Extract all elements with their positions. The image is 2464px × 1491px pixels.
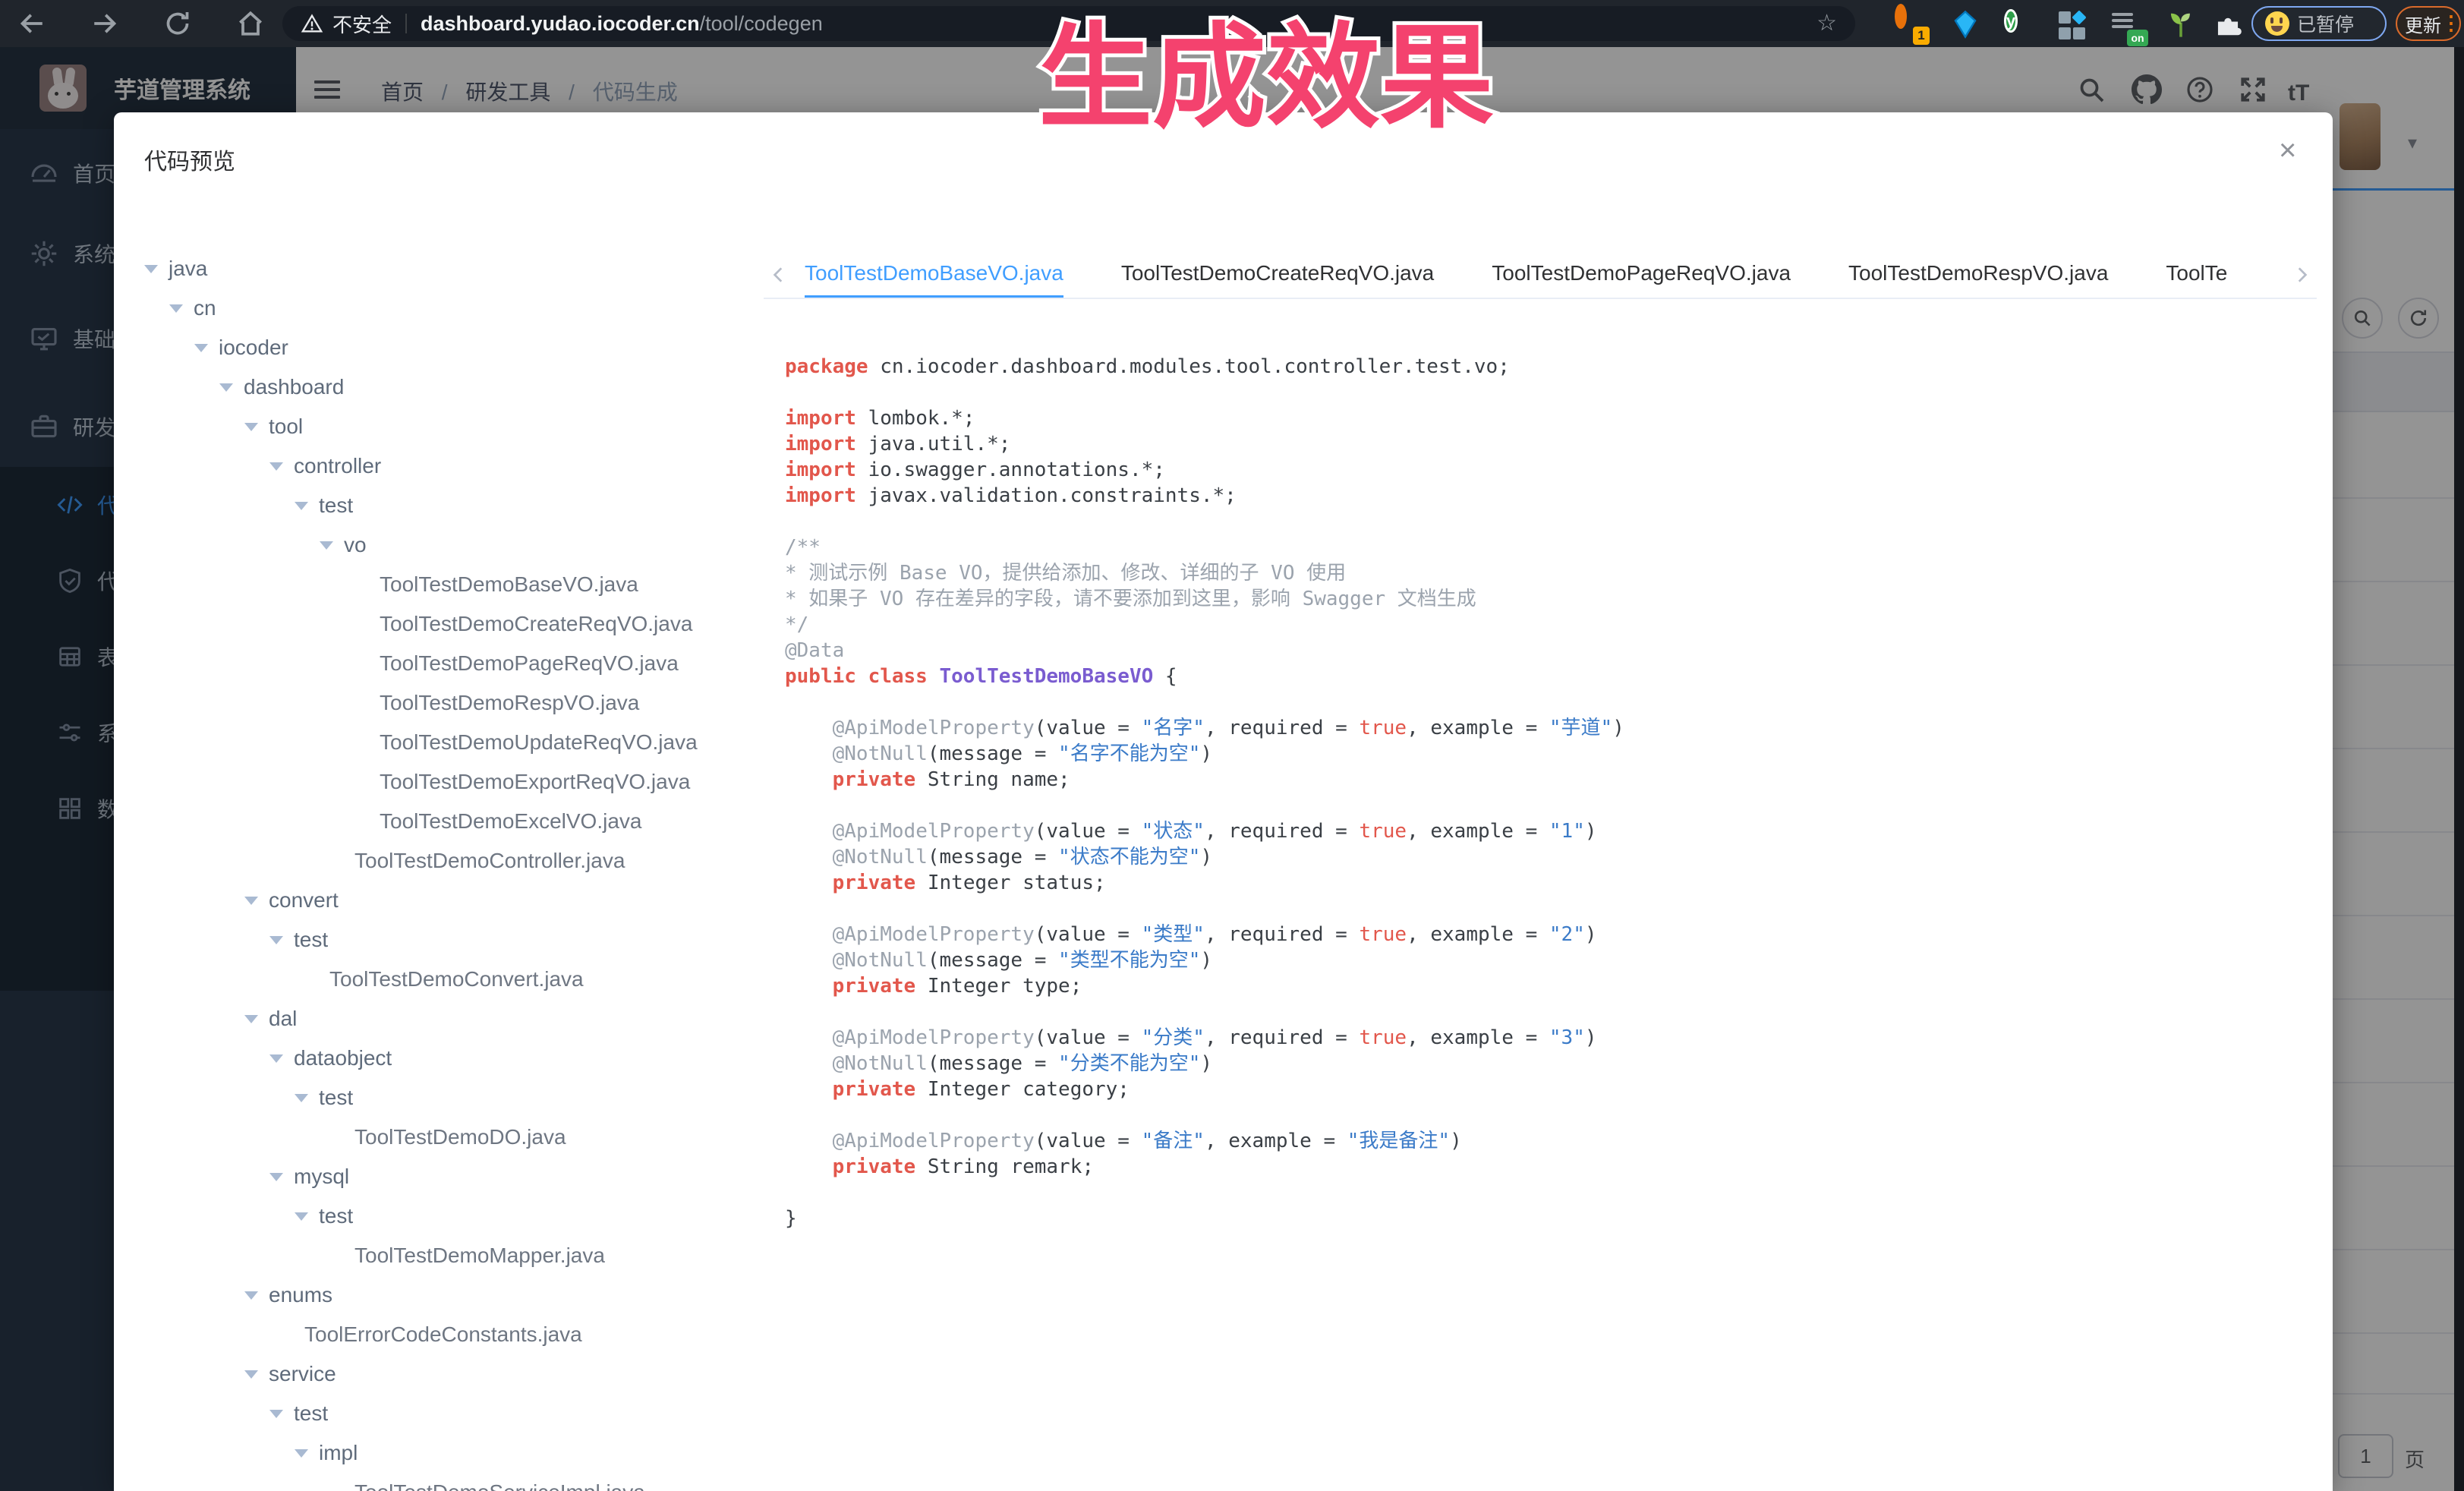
caret-down-icon[interactable] [194, 344, 208, 352]
caret-down-icon[interactable] [269, 936, 283, 944]
reload-icon[interactable] [162, 8, 193, 39]
tree-file-ToolTestDemoMapper.java[interactable]: ToolTestDemoMapper.java [144, 1236, 767, 1275]
extension-on-badge: on [2127, 30, 2148, 46]
tree-folder-test[interactable]: test [144, 1078, 767, 1117]
caret-down-icon[interactable] [269, 462, 283, 471]
tree-folder-test[interactable]: test [144, 1196, 767, 1236]
tabs-scroll-left-icon[interactable] [764, 252, 794, 298]
tree-folder-java[interactable]: java [144, 249, 767, 288]
tree-folder-iocoder[interactable]: iocoder [144, 328, 767, 367]
tabs-scroll-right-icon[interactable] [2286, 252, 2317, 298]
tree-folder-convert[interactable]: convert [144, 881, 767, 920]
caret-down-icon[interactable] [169, 304, 183, 313]
caret-down-icon[interactable] [244, 897, 258, 905]
window-edge [2454, 47, 2464, 1491]
extension-badge: 1 [1913, 27, 1930, 45]
caret-down-icon[interactable] [320, 541, 333, 550]
extension-leaf-icon[interactable] [2166, 10, 2195, 39]
browser-profile-chip[interactable]: 已暂停 [2251, 6, 2387, 41]
tree-file-ToolTestDemoExcelVO.java[interactable]: ToolTestDemoExcelVO.java [144, 802, 767, 841]
tree-folder-test[interactable]: test [144, 920, 767, 960]
caret-down-icon[interactable] [219, 383, 233, 392]
tree-file-ToolTestDemoRespVO.java[interactable]: ToolTestDemoRespVO.java [144, 683, 767, 723]
file-tree: javacniocoderdashboardtoolcontrollertest… [144, 249, 767, 1491]
tree-folder-dataobject[interactable]: dataobject [144, 1039, 767, 1078]
extension-list-icon[interactable]: on [2112, 10, 2141, 39]
tree-file-ToolTestDemoController.java[interactable]: ToolTestDemoController.java [144, 841, 767, 881]
security-label[interactable]: 不安全 [332, 10, 392, 38]
divider [405, 14, 407, 33]
tree-folder-controller[interactable]: controller [144, 446, 767, 486]
url-host[interactable]: dashboard.yudao.iocoder.cn [421, 12, 700, 36]
back-icon[interactable] [17, 8, 47, 39]
code-block[interactable]: package cn.iocoder.dashboard.modules.too… [785, 354, 2311, 1477]
caret-down-icon[interactable] [269, 1173, 283, 1181]
tree-file-ToolTestDemoExportReqVO.java[interactable]: ToolTestDemoExportReqVO.java [144, 762, 767, 802]
extension-grid-icon[interactable] [2059, 10, 2087, 40]
code-preview-modal: 代码预览 × javacniocoderdashboardtoolcontrol… [114, 112, 2333, 1491]
browser-update-button[interactable]: 更新 ⋮ [2396, 6, 2461, 41]
tree-file-ToolTestDemoDO.java[interactable]: ToolTestDemoDO.java [144, 1117, 767, 1157]
menu-dots-icon[interactable]: ⋮ [2441, 19, 2461, 28]
tree-folder-vo[interactable]: vo [144, 525, 767, 565]
bookmark-star-icon[interactable]: ☆ [1816, 12, 1837, 35]
caret-down-icon[interactable] [269, 1054, 283, 1063]
caret-down-icon[interactable] [269, 1410, 283, 1418]
caret-down-icon[interactable] [295, 502, 308, 510]
url-path[interactable]: /tool/codegen [700, 12, 823, 36]
profile-status: 已暂停 [2297, 10, 2354, 37]
home-icon[interactable] [235, 8, 266, 39]
tab-0[interactable]: ToolTestDemoBaseVO.java [805, 252, 1063, 298]
tree-folder-service[interactable]: service [144, 1354, 767, 1394]
caret-down-icon[interactable] [244, 1291, 258, 1300]
caret-down-icon[interactable] [244, 1015, 258, 1023]
profile-emoji-icon [2265, 11, 2289, 36]
forward-icon[interactable] [90, 8, 120, 39]
extension-orange-icon[interactable]: 1 [1895, 10, 1924, 39]
tree-file-ToolErrorCodeConstants.java[interactable]: ToolErrorCodeConstants.java [144, 1315, 767, 1354]
extensions-puzzle-icon[interactable] [2214, 10, 2242, 39]
tab-4[interactable]: ToolTe [2166, 252, 2227, 298]
tree-file-ToolTestDemoServiceImpl.java[interactable]: ToolTestDemoServiceImpl.java [144, 1473, 767, 1491]
annotation-overlay-text: 生成效果 [1032, 5, 1579, 153]
caret-down-icon[interactable] [295, 1212, 308, 1221]
tree-folder-cn[interactable]: cn [144, 288, 767, 328]
modal-title: 代码预览 [144, 143, 235, 176]
extension-y-icon[interactable]: y [2004, 10, 2033, 39]
caret-down-icon[interactable] [295, 1449, 308, 1458]
close-icon[interactable]: × [2279, 135, 2296, 165]
update-label: 更新 [2405, 11, 2441, 37]
caret-down-icon[interactable] [144, 265, 158, 273]
tree-folder-tool[interactable]: tool [144, 407, 767, 446]
warning-icon [301, 12, 323, 35]
tree-folder-enums[interactable]: enums [144, 1275, 767, 1315]
annotation-text: 生成效果 [1038, 14, 1494, 141]
tree-folder-dal[interactable]: dal [144, 999, 767, 1039]
tree-folder-impl[interactable]: impl [144, 1433, 767, 1473]
caret-down-icon[interactable] [244, 423, 258, 431]
tree-file-ToolTestDemoCreateReqVO.java[interactable]: ToolTestDemoCreateReqVO.java [144, 604, 767, 644]
tree-file-ToolTestDemoUpdateReqVO.java[interactable]: ToolTestDemoUpdateReqVO.java [144, 723, 767, 762]
tab-2[interactable]: ToolTestDemoPageReqVO.java [1492, 252, 1791, 298]
tree-folder-test[interactable]: test [144, 1394, 767, 1433]
tree-file-ToolTestDemoPageReqVO.java[interactable]: ToolTestDemoPageReqVO.java [144, 644, 767, 683]
tree-file-ToolTestDemoBaseVO.java[interactable]: ToolTestDemoBaseVO.java [144, 565, 767, 604]
tabs-bar: ToolTestDemoBaseVO.java ToolTestDemoCreat… [764, 252, 2317, 299]
extension-gem-icon[interactable] [1951, 10, 1980, 39]
code-tabs: ToolTestDemoBaseVO.java ToolTestDemoCreat… [805, 252, 2286, 298]
tree-folder-test[interactable]: test [144, 486, 767, 525]
tree-file-ToolTestDemoConvert.java[interactable]: ToolTestDemoConvert.java [144, 960, 767, 999]
tab-1[interactable]: ToolTestDemoCreateReqVO.java [1121, 252, 1434, 298]
tree-folder-mysql[interactable]: mysql [144, 1157, 767, 1196]
tab-3[interactable]: ToolTestDemoRespVO.java [1848, 252, 2108, 298]
tree-folder-dashboard[interactable]: dashboard [144, 367, 767, 407]
caret-down-icon[interactable] [295, 1094, 308, 1102]
caret-down-icon[interactable] [244, 1370, 258, 1379]
